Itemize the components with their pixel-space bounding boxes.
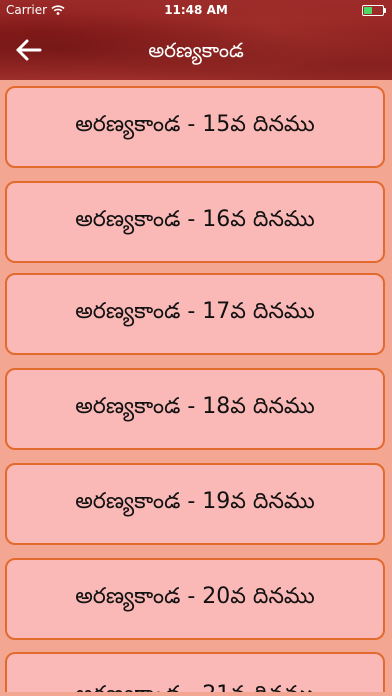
status-bar: Carrier 11:48 AM (0, 0, 392, 20)
navigation-bar: అరణ్యకాండ (0, 22, 392, 78)
list-item[interactable]: అరణ్యకాండ - 20వ దినము (5, 558, 385, 640)
list-item[interactable]: అరణ్యకాండ - 16వ దినము (5, 181, 385, 263)
list-item[interactable]: అరణ్యకాండ - 18వ దినము (5, 368, 385, 450)
list-item-label: అరణ్యకాండ - 16వ దినము (75, 207, 315, 232)
list-item-label: అరణ్యకాండ - 17వ దినము (75, 299, 315, 324)
back-button[interactable] (14, 36, 46, 64)
page-title: అరణ్యకాండ (148, 38, 244, 62)
list-item[interactable]: అరణ్యకాండ - 19వ దినము (5, 463, 385, 545)
header: Carrier 11:48 AM అరణ్యకాండ (0, 0, 392, 80)
list-item[interactable]: అరణ్యకాండ - 15వ దినము (5, 86, 385, 168)
battery-icon (362, 5, 386, 16)
status-time: 11:48 AM (164, 3, 228, 17)
list-item-label: అరణ్యకాండ - 20వ దినము (75, 584, 315, 609)
list-item-label: అరణ్యకాండ - 21వ దినము (75, 682, 315, 692)
list-item-label: అరణ్యకాండ - 19వ దినము (75, 489, 315, 514)
arrow-left-icon (16, 39, 42, 61)
screen: Carrier 11:48 AM అరణ్యకాండ అరణ్యకాండ - 1… (0, 0, 392, 696)
list-item-label: అరణ్యకాండ - 18వ దినము (75, 394, 315, 419)
list-item[interactable]: అరణ్యకాండ - 21వ దినము (5, 652, 385, 692)
list-item[interactable]: అరణ్యకాండ - 17వ దినము (5, 273, 385, 355)
day-list: అరణ్యకాండ - 15వ దినము అరణ్యకాండ - 16వ ది… (0, 80, 392, 696)
battery-level (364, 7, 372, 14)
list-item-label: అరణ్యకాండ - 15వ దినము (75, 112, 315, 137)
